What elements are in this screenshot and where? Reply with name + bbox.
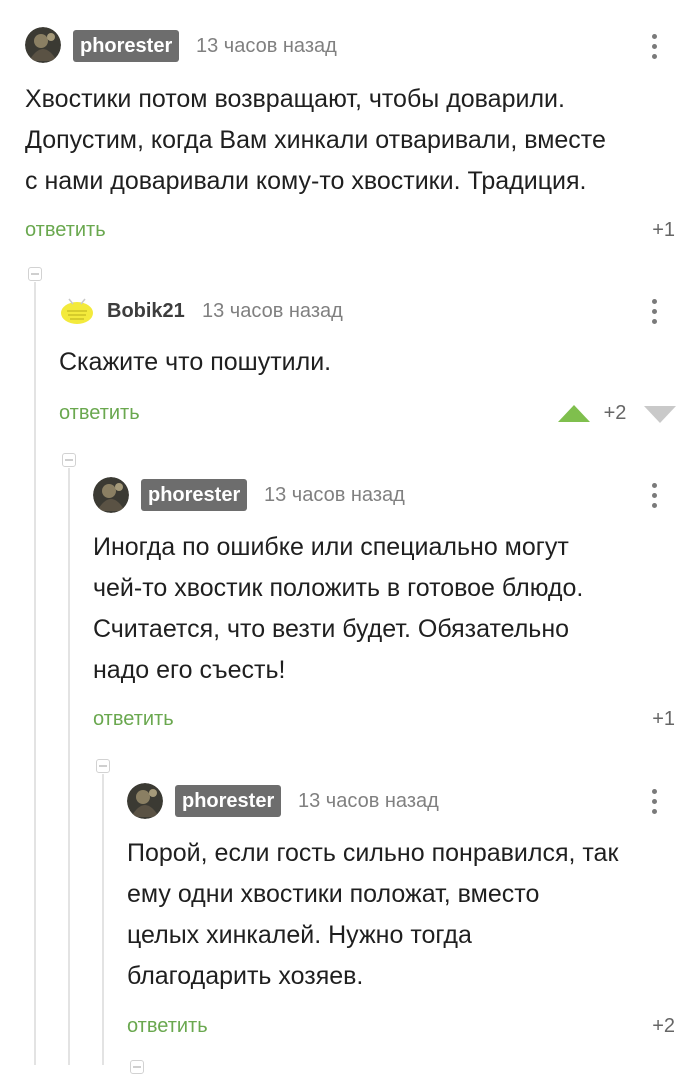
reply-link[interactable]: ответить [25,216,106,244]
reply-link[interactable]: ответить [59,399,140,427]
thread-line-level-1 [34,282,36,1065]
avatar[interactable] [127,783,163,819]
comment-score: +2 [603,402,627,424]
comment-time[interactable]: 13 часов назад [298,787,439,815]
comment-line: надо его съесть! [93,656,286,684]
comment-line: Хвостики потом возвращают, чтобы доварил… [25,85,565,113]
comment-time[interactable]: 13 часов назад [196,32,337,60]
more-vertical-icon[interactable] [644,475,664,515]
comment-time[interactable]: 13 часов назад [202,297,343,325]
collapse-thread-icon[interactable] [62,453,76,467]
more-vertical-icon[interactable] [644,291,664,331]
more-vertical-icon[interactable] [644,781,664,821]
thread-line-level-2 [68,468,70,1065]
comment-time[interactable]: 13 часов назад [264,481,405,509]
comment-line: Допустим, когда Вам хинкали отваривали, … [25,126,606,154]
comment-line: ему одни хвостики положат, вместо [127,880,540,908]
downvote-arrow-icon[interactable] [644,406,676,423]
comment-line: Порой, если гость сильно понравился, так [127,839,619,867]
comment-text: Иногда по ошибке или специально могут че… [93,527,583,691]
comment-line: с нами доваривали кому-то хвостики. Трад… [25,167,587,195]
comment-line: чей-то хвостик положить в готовое блюдо. [93,574,584,602]
comment-score: +2 [652,1015,675,1037]
comment-line: Считается, что везти будет. Обязательно [93,615,570,643]
collapse-thread-icon[interactable] [96,759,110,773]
author-badge[interactable]: phorester [175,785,282,817]
comment-score: +1 [652,219,675,241]
comment-line: Скажите что пошутили. [59,348,332,376]
author-badge[interactable]: phorester [73,30,180,62]
comment-text: Хвостики потом возвращают, чтобы доварил… [25,79,606,202]
collapse-thread-icon[interactable] [28,267,42,281]
author-name[interactable]: Bobik21 [107,297,185,325]
author-badge[interactable]: phorester [141,479,248,511]
collapse-thread-icon[interactable] [130,1060,144,1074]
comment-line: целых хинкалей. Нужно тогда [127,921,472,949]
avatar[interactable] [59,293,95,329]
thread-line-level-3 [102,774,104,1065]
avatar[interactable] [93,477,129,513]
upvote-arrow-icon[interactable] [558,405,590,422]
reply-link[interactable]: ответить [93,705,174,733]
more-vertical-icon[interactable] [644,26,664,66]
comment-line: благодарить хозяев. [127,962,364,990]
comment-score: +1 [652,708,675,730]
avatar[interactable] [25,27,61,63]
comment-text: Скажите что пошутили. [59,342,331,383]
comment-line: Иногда по ошибке или специально могут [93,533,569,561]
reply-link[interactable]: ответить [127,1012,208,1040]
comment-text: Порой, если гость сильно понравился, так… [127,833,618,997]
